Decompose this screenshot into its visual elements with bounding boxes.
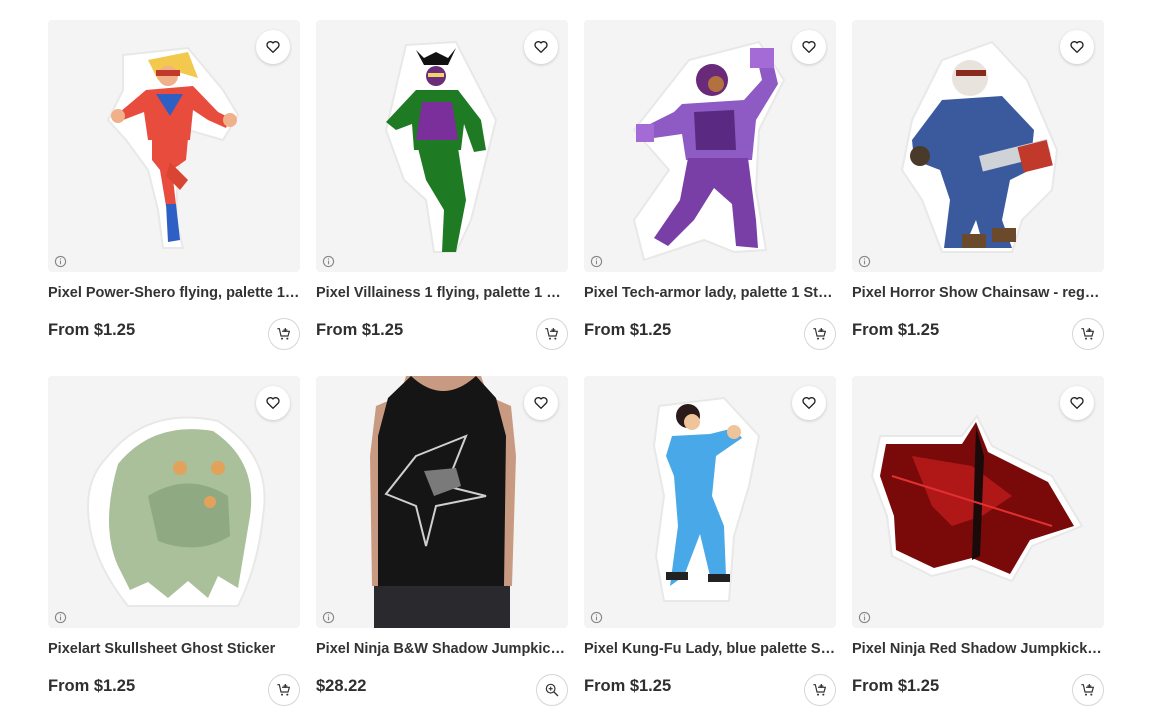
add-to-cart-button[interactable] <box>804 674 836 706</box>
add-to-cart-button[interactable] <box>268 318 300 350</box>
add-to-cart-icon <box>277 684 291 696</box>
product-image[interactable] <box>852 376 1104 628</box>
product-price: From $1.25 <box>852 677 940 695</box>
product-card[interactable]: Pixel Horror Show Chainsaw - regular Sti… <box>852 20 1104 350</box>
product-card[interactable]: Pixelart Skullsheet Ghost Sticker From $… <box>48 376 300 706</box>
add-to-cart-icon <box>813 684 827 696</box>
product-price: From $1.25 <box>316 321 404 339</box>
price-row: From $1.25 <box>316 318 568 352</box>
info-icon[interactable] <box>858 255 871 268</box>
price-row: From $1.25 <box>48 318 300 352</box>
product-image[interactable] <box>584 376 836 628</box>
add-to-cart-icon <box>545 328 559 340</box>
info-icon[interactable] <box>54 611 67 624</box>
product-image[interactable] <box>584 20 836 272</box>
product-title[interactable]: Pixel Horror Show Chainsaw - regular Sti… <box>852 285 1104 302</box>
product-card[interactable]: Pixel Ninja B&W Shadow Jumpkick Chiffon … <box>316 376 568 706</box>
product-title[interactable]: Pixelart Skullsheet Ghost Sticker <box>48 641 300 658</box>
product-image[interactable] <box>48 376 300 628</box>
favorite-button[interactable] <box>792 386 826 420</box>
favorite-button[interactable] <box>1060 30 1094 64</box>
product-image[interactable] <box>316 376 568 628</box>
add-to-cart-button[interactable] <box>1072 674 1104 706</box>
product-title[interactable]: Pixel Power-Shero flying, palette 1 Stic… <box>48 285 300 302</box>
favorite-button[interactable] <box>256 386 290 420</box>
info-icon[interactable] <box>322 255 335 268</box>
favorite-button[interactable] <box>792 30 826 64</box>
add-to-cart-icon <box>1081 684 1095 696</box>
product-title[interactable]: Pixel Tech-armor lady, palette 1 Sticker <box>584 285 836 302</box>
product-price: From $1.25 <box>584 321 672 339</box>
favorite-button[interactable] <box>1060 386 1094 420</box>
price-row: From $1.25 <box>584 318 836 352</box>
info-icon[interactable] <box>322 611 335 624</box>
add-to-cart-button[interactable] <box>536 318 568 350</box>
product-price: $28.22 <box>316 677 367 695</box>
add-to-cart-icon <box>277 328 291 340</box>
product-image[interactable] <box>852 20 1104 272</box>
info-icon[interactable] <box>590 611 603 624</box>
heart-icon <box>1070 41 1084 53</box>
add-to-cart-icon <box>813 328 827 340</box>
add-to-cart-button[interactable] <box>268 674 300 706</box>
product-card[interactable]: Pixel Power-Shero flying, palette 1 Stic… <box>48 20 300 350</box>
favorite-button[interactable] <box>524 30 558 64</box>
quick-view-button[interactable] <box>536 674 568 706</box>
product-title[interactable]: Pixel Ninja B&W Shadow Jumpkick Chiffon … <box>316 641 568 658</box>
price-row: From $1.25 <box>852 318 1104 352</box>
product-price: From $1.25 <box>852 321 940 339</box>
product-grid: Pixel Power-Shero flying, palette 1 Stic… <box>48 20 1104 706</box>
product-price: From $1.25 <box>48 677 136 695</box>
product-price: From $1.25 <box>48 321 136 339</box>
heart-icon <box>802 397 816 409</box>
price-row: From $1.25 <box>584 674 836 708</box>
info-icon[interactable] <box>590 255 603 268</box>
product-card[interactable]: Pixel Ninja Red Shadow Jumpkick Sticker … <box>852 376 1104 706</box>
add-to-cart-button[interactable] <box>1072 318 1104 350</box>
product-price: From $1.25 <box>584 677 672 695</box>
price-row: From $1.25 <box>48 674 300 708</box>
add-to-cart-button[interactable] <box>804 318 836 350</box>
heart-icon <box>534 397 548 409</box>
heart-icon <box>802 41 816 53</box>
product-image[interactable] <box>316 20 568 272</box>
heart-icon <box>1070 397 1084 409</box>
product-card[interactable]: Pixel Kung-Fu Lady, blue palette Sticker… <box>584 376 836 706</box>
heart-icon <box>534 41 548 53</box>
price-row: From $1.25 <box>852 674 1104 708</box>
product-card[interactable]: Pixel Villainess 1 flying, palette 1 Sti… <box>316 20 568 350</box>
product-title[interactable]: Pixel Villainess 1 flying, palette 1 Sti… <box>316 285 568 302</box>
add-to-cart-icon <box>1081 328 1095 340</box>
product-card[interactable]: Pixel Tech-armor lady, palette 1 Sticker… <box>584 20 836 350</box>
heart-icon <box>266 41 280 53</box>
product-title[interactable]: Pixel Kung-Fu Lady, blue palette Sticker <box>584 641 836 658</box>
info-icon[interactable] <box>54 255 67 268</box>
zoom-in-icon <box>545 683 559 697</box>
favorite-button[interactable] <box>256 30 290 64</box>
favorite-button[interactable] <box>524 386 558 420</box>
product-image[interactable] <box>48 20 300 272</box>
info-icon[interactable] <box>858 611 871 624</box>
price-row: $28.22 <box>316 674 568 708</box>
heart-icon <box>266 397 280 409</box>
product-title[interactable]: Pixel Ninja Red Shadow Jumpkick Sticker <box>852 641 1104 658</box>
